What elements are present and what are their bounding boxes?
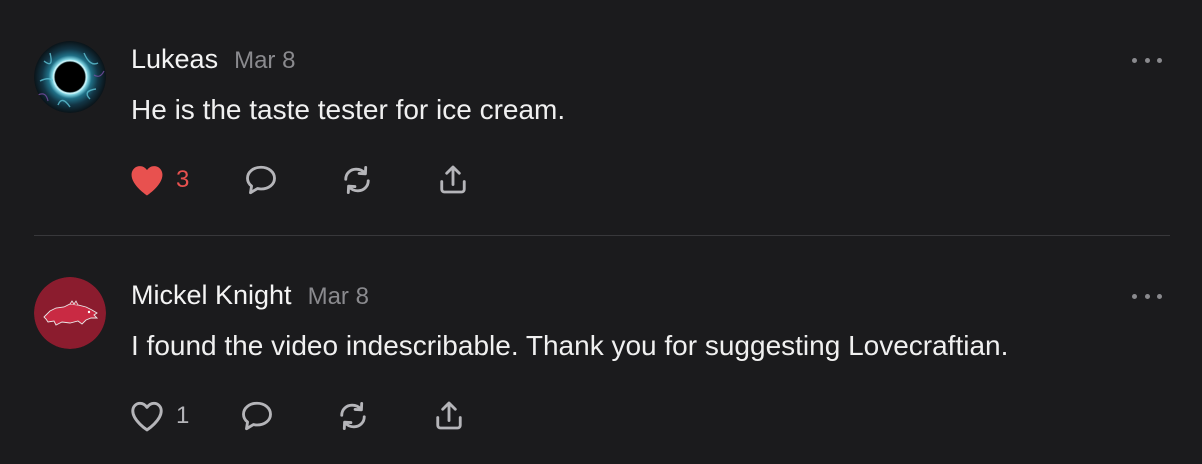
comment-text: He is the taste tester for ice cream.: [131, 94, 566, 125]
more-icon[interactable]: [1132, 286, 1162, 306]
like-count: 3: [176, 166, 190, 193]
comment-date[interactable]: Mar 8: [308, 283, 369, 310]
heart-outline-icon: [131, 401, 163, 432]
repost-icon: [344, 165, 370, 195]
share-button[interactable]: [430, 398, 468, 434]
comment-icon: [242, 401, 272, 431]
comment-header: Lukeas Mar 8: [131, 44, 295, 75]
razorback-avatar-icon: [34, 277, 106, 349]
repost-button[interactable]: [334, 398, 430, 434]
like-button[interactable]: 3: [128, 163, 242, 197]
like-button[interactable]: 1: [128, 399, 238, 433]
share-icon: [440, 165, 466, 194]
comment-actions: 3: [128, 160, 472, 200]
author-name[interactable]: Mickel Knight: [131, 280, 292, 310]
reply-button[interactable]: [242, 162, 338, 198]
eclipse-avatar-icon: [34, 41, 106, 113]
comment-divider: [34, 235, 1170, 236]
avatar[interactable]: [34, 41, 106, 113]
more-icon[interactable]: [1132, 50, 1162, 70]
comment-icon: [246, 165, 276, 195]
reply-button[interactable]: [238, 398, 334, 434]
like-count: 1: [176, 402, 190, 429]
comment-date[interactable]: Mar 8: [234, 47, 295, 74]
share-button[interactable]: [434, 162, 472, 198]
repost-icon: [340, 401, 366, 431]
share-icon: [436, 401, 462, 430]
comment-actions: 1: [128, 396, 468, 436]
author-name[interactable]: Lukeas: [131, 44, 218, 74]
heart-filled-icon: [131, 166, 163, 196]
repost-button[interactable]: [338, 162, 434, 198]
avatar[interactable]: [34, 277, 106, 349]
comment-header: Mickel Knight Mar 8: [131, 280, 369, 311]
comment-text: I found the video indescribable. Thank y…: [131, 330, 1009, 361]
